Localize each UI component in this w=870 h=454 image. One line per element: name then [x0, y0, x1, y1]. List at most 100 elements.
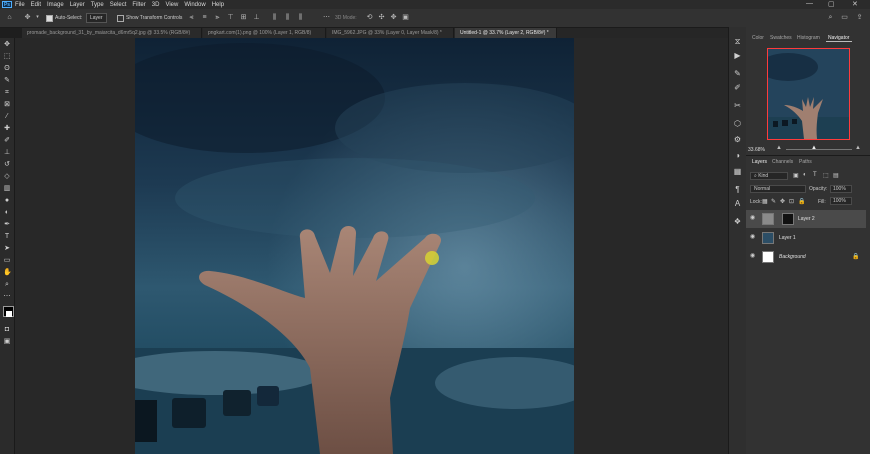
lock-pixels-icon[interactable]: ✎: [771, 198, 776, 205]
quick-select-icon[interactable]: ✎: [3, 77, 11, 85]
zoom-out-icon[interactable]: ▲: [776, 145, 782, 151]
filter-adjustment-icon[interactable]: ◐: [803, 172, 807, 178]
lock-position-icon[interactable]: ✥: [780, 198, 785, 205]
distribute-icon[interactable]: ⫼: [297, 14, 304, 21]
layer-name[interactable]: Layer 2: [798, 216, 815, 222]
move-tool-icon[interactable]: ✥: [3, 41, 11, 49]
brush-icon[interactable]: ✐: [733, 83, 742, 92]
layer-row[interactable]: ◉ Background 🔒: [746, 248, 866, 266]
eraser-tool-icon[interactable]: ◇: [3, 173, 11, 181]
styles-icon[interactable]: ▦: [733, 167, 742, 176]
search-icon[interactable]: ⌕: [827, 14, 834, 21]
workspace-icon[interactable]: ▭: [841, 14, 848, 21]
more-tools-icon[interactable]: ⋯: [3, 293, 11, 301]
filter-type-icon[interactable]: T: [813, 172, 817, 178]
rectangle-tool-icon[interactable]: ▭: [3, 257, 11, 265]
brush-settings-icon[interactable]: ✎: [733, 69, 742, 78]
history-brush-icon[interactable]: ↺: [3, 161, 11, 169]
tab-swatches[interactable]: Swatches: [770, 35, 792, 41]
character-icon[interactable]: A: [733, 199, 742, 208]
layers-icon[interactable]: ❖: [733, 217, 742, 226]
close-icon[interactable]: ✕: [852, 0, 858, 8]
brush-tool-icon[interactable]: ✐: [3, 137, 11, 145]
history-icon[interactable]: ⧖: [733, 37, 742, 46]
chevron-down-icon[interactable]: ▾: [34, 14, 41, 21]
align-right-icon[interactable]: ⫸: [214, 14, 221, 21]
menu-select[interactable]: Select: [110, 2, 127, 8]
zoom-in-icon[interactable]: ▲: [855, 145, 861, 151]
align-center-icon[interactable]: ≡: [201, 14, 208, 21]
screen-mode-icon[interactable]: ▣: [3, 338, 11, 346]
3d-roll-icon[interactable]: ✣: [378, 14, 385, 21]
tab-histogram[interactable]: Histogram: [797, 35, 820, 41]
layer-select-value[interactable]: Layer: [86, 13, 107, 23]
properties-icon[interactable]: ⚙: [733, 135, 742, 144]
hand-tool-icon[interactable]: ✋: [3, 269, 12, 277]
layer-name[interactable]: Background: [779, 254, 806, 260]
menu-view[interactable]: View: [165, 2, 178, 8]
healing-brush-icon[interactable]: ✚: [3, 125, 11, 133]
layer-row[interactable]: ◉ Layer 2: [746, 210, 866, 228]
tab-paths[interactable]: Paths: [799, 159, 812, 165]
tool-presets-icon[interactable]: ✂: [733, 101, 742, 110]
eyedropper-icon[interactable]: ⁄: [3, 113, 11, 121]
move-tool-icon[interactable]: ✥: [24, 14, 31, 21]
lasso-tool-icon[interactable]: ʘ: [3, 65, 11, 73]
play-icon[interactable]: ▶: [733, 51, 742, 60]
layer-mask-thumbnail[interactable]: [782, 213, 794, 225]
opacity-input[interactable]: 100%: [830, 185, 852, 193]
menu-3d[interactable]: 3D: [152, 2, 160, 8]
align-middle-icon[interactable]: ⊞: [240, 14, 247, 21]
eye-icon[interactable]: ◉: [750, 253, 756, 259]
zoom-slider-handle[interactable]: ▲: [811, 145, 817, 151]
maximize-icon[interactable]: ▢: [828, 0, 835, 8]
menu-file[interactable]: File: [15, 2, 25, 8]
eye-icon[interactable]: ◉: [750, 215, 756, 221]
zoom-tool-icon[interactable]: ⌕: [3, 281, 11, 289]
pen-tool-icon[interactable]: ✒: [3, 221, 11, 229]
align-bottom-icon[interactable]: ⊥: [253, 14, 260, 21]
home-icon[interactable]: ⌂: [6, 14, 13, 21]
lock-all-icon[interactable]: 🔒: [798, 198, 805, 205]
filter-shape-icon[interactable]: ⬚: [823, 172, 829, 179]
distribute-icon[interactable]: ⫼: [271, 14, 278, 21]
checkbox-icon[interactable]: [117, 14, 124, 22]
marquee-tool-icon[interactable]: ⬚: [3, 53, 11, 61]
align-top-icon[interactable]: ⊤: [227, 14, 234, 21]
menu-window[interactable]: Window: [184, 2, 205, 8]
dodge-tool-icon[interactable]: ◐: [3, 209, 11, 217]
blend-mode-dropdown[interactable]: Normal: [750, 185, 806, 193]
filter-smart-object-icon[interactable]: ▤: [833, 172, 839, 179]
fill-input[interactable]: 100%: [830, 197, 852, 205]
document-tab[interactable]: promade_background_31_by_maiarcita_d6mr5…: [22, 28, 202, 38]
blur-tool-icon[interactable]: ●: [3, 197, 11, 205]
menu-edit[interactable]: Edit: [31, 2, 41, 8]
quick-mask-icon[interactable]: ◘: [3, 326, 11, 334]
layer-select-dropdown[interactable]: Layer: [86, 13, 107, 23]
background-color-swatch[interactable]: [6, 311, 12, 317]
navigator-zoom-value[interactable]: 33.68%: [748, 147, 765, 153]
lock-transparency-icon[interactable]: ▦: [762, 198, 768, 205]
document-tab[interactable]: pngkart.com(1).png @ 100% (Layer 1, RGB/…: [203, 28, 326, 38]
3d-icon[interactable]: ⬡: [733, 119, 742, 128]
zoom-slider-track[interactable]: [786, 149, 852, 150]
3d-video-icon[interactable]: ▣: [402, 14, 409, 21]
paragraph-icon[interactable]: ¶: [733, 185, 742, 194]
document-tab-active[interactable]: Untitled-1 @ 33.7% (Layer 2, RGB/8#) *: [455, 28, 557, 38]
crop-tool-icon[interactable]: ⌗: [3, 89, 11, 97]
tab-layers[interactable]: Layers: [752, 159, 767, 165]
navigator-preview[interactable]: [767, 48, 850, 140]
minimize-icon[interactable]: —: [806, 0, 813, 7]
share-icon[interactable]: ⇪: [856, 14, 863, 21]
3d-rotate-icon[interactable]: ⟲: [366, 14, 373, 21]
clone-stamp-icon[interactable]: ⊥: [3, 149, 11, 157]
menu-type[interactable]: Type: [91, 2, 104, 8]
frame-tool-icon[interactable]: ⊠: [3, 101, 11, 109]
tab-channels[interactable]: Channels: [772, 159, 793, 165]
distribute-icon[interactable]: ⫼: [284, 14, 291, 21]
filter-pixel-icon[interactable]: ▣: [793, 172, 799, 179]
document-canvas[interactable]: [135, 38, 574, 454]
menu-image[interactable]: Image: [47, 2, 64, 8]
3d-pan-icon[interactable]: ✥: [390, 14, 397, 21]
tab-color[interactable]: Color: [752, 35, 764, 41]
